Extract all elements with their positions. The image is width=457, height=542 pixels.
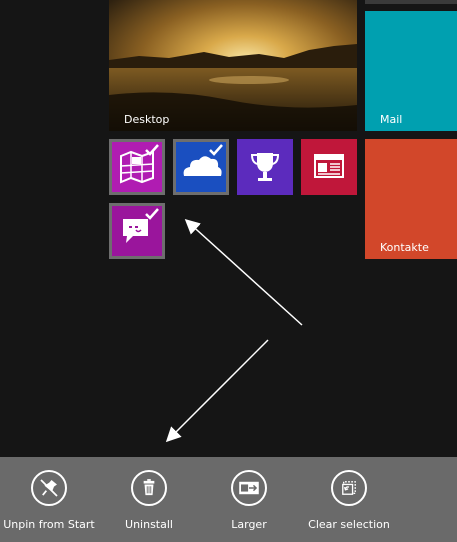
tile-partial-top[interactable] [365,0,457,4]
unpin-icon [31,470,67,506]
clear-selection-icon [331,470,367,506]
unpin-from-start-button[interactable]: Unpin from Start [0,457,99,542]
larger-button[interactable]: Larger [199,457,299,542]
checkmark-icon [145,144,159,156]
uninstall-label: Uninstall [125,518,173,531]
clear-selection-label: Clear selection [308,518,390,531]
unpin-from-start-label: Unpin from Start [3,518,95,531]
resize-larger-icon [231,470,267,506]
trophy-icon [250,153,280,181]
larger-label: Larger [231,518,267,531]
tile-kontakte-label: Kontakte [380,241,429,254]
tile-mail[interactable]: Mail [365,11,457,131]
tile-maps[interactable] [109,139,165,195]
app-bar: Unpin from Start Uninstall Larger Clear … [0,457,457,542]
tile-desktop-label: Desktop [124,113,170,126]
tile-news[interactable] [301,139,357,195]
checkmark-icon [145,208,159,220]
tile-games[interactable] [237,139,293,195]
tile-kontakte[interactable]: Kontakte [365,139,457,259]
news-icon [314,154,344,178]
clear-selection-button[interactable]: Clear selection [299,457,399,542]
desktop-wallpaper-image [109,0,357,131]
tile-mail-label: Mail [380,113,403,126]
trash-icon [131,470,167,506]
annotation-arrow-to-tiles [184,218,303,326]
tile-messaging[interactable] [109,203,165,259]
annotation-arrow-to-appbar [165,339,269,443]
checkmark-icon [209,144,223,156]
tile-desktop[interactable]: Desktop [109,0,357,131]
uninstall-button[interactable]: Uninstall [99,457,199,542]
tile-skydrive[interactable] [173,139,229,195]
